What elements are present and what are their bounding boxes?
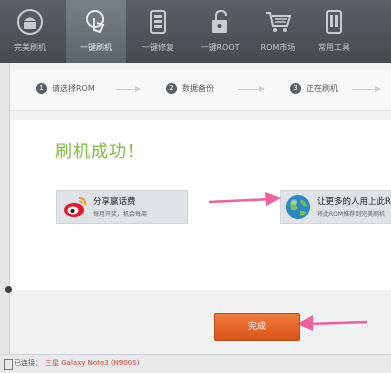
top-toolbar: 完美刷机 一键刷机 一键修复 一键ROOT ROM市场 常用工具 — [0, 0, 391, 63]
collapse-handle[interactable] — [5, 286, 12, 293]
progress-steps: 1 请选择ROM 2 数据备份 3 正在刷机 — [10, 70, 391, 111]
step-label: 请选择ROM — [52, 84, 95, 93]
toolbar-label: 完美刷机 — [14, 43, 46, 52]
share-card[interactable]: 分享赢话费 每月开奖，机会每周 — [56, 190, 188, 224]
step-number: 3 — [290, 83, 301, 94]
device-icon — [4, 359, 13, 370]
weibo-icon — [64, 197, 87, 217]
result-panel: 刷机成功！ 分享赢话费 每月开奖，机会每周 让更多的人用上此ROM 将此ROM推… — [10, 120, 391, 290]
toolbar-label: ROM市场 — [260, 43, 296, 52]
promo-card-subtitle: 将此ROM推荐到完美刷机 — [317, 211, 386, 218]
toolbar-label: 一键修复 — [142, 43, 174, 52]
phone-repair-icon — [150, 10, 166, 34]
success-message: 刷机成功！ — [55, 142, 145, 162]
status-bar: 已连接： 三星 Galaxy Note3 (N900S) — [0, 354, 391, 373]
annotation-arrow-icon — [297, 315, 368, 331]
toolbar-item-common-tools[interactable]: 常用工具 — [304, 0, 364, 63]
unlock-icon — [212, 9, 227, 33]
promo-card-title: 让更多的人用上此ROM — [317, 197, 391, 207]
toolbar-label: 一键ROOT — [200, 43, 240, 52]
toolbar-item-one-click-flash[interactable]: 一键刷机 — [66, 0, 126, 63]
step-data-backup: 2 数据备份 — [166, 83, 214, 94]
toolbar-label: 常用工具 — [318, 43, 350, 52]
phone-tools-icon — [326, 10, 342, 34]
step-label: 正在刷机 — [306, 84, 338, 93]
step-label: 数据备份 — [182, 84, 214, 93]
promo-card[interactable]: 让更多的人用上此ROM 将此ROM推荐到完美刷机 — [280, 190, 391, 224]
done-button[interactable]: 完成 — [214, 313, 300, 341]
hand-touch-icon — [86, 10, 105, 34]
globe-icon — [286, 195, 310, 219]
toolbar-item-rom-market[interactable]: ROM市场 — [248, 0, 308, 63]
step-arrow-icon — [352, 86, 381, 92]
toolbar-item-one-click-repair[interactable]: 一键修复 — [128, 0, 188, 63]
step-number: 2 — [166, 83, 177, 94]
app-window: 完美刷机 一键刷机 一键修复 一键ROOT ROM市场 常用工具 1 请选择RO… — [0, 0, 391, 373]
device-name: 三星 Galaxy Note3 (N900S) — [45, 359, 140, 367]
connection-label: 已连接： — [14, 359, 42, 367]
step-select-rom: 1 请选择ROM — [36, 83, 95, 94]
step-flashing: 3 正在刷机 — [290, 83, 338, 94]
android-logo-icon — [17, 9, 43, 35]
step-arrow-icon — [116, 86, 141, 92]
toolbar-label: 一键刷机 — [80, 43, 112, 52]
toolbar-item-perfect-flash[interactable]: 完美刷机 — [0, 0, 60, 63]
step-arrow-icon — [238, 86, 265, 92]
share-card-subtitle: 每月开奖，机会每周 — [93, 211, 148, 218]
share-card-title: 分享赢话费 — [93, 197, 136, 207]
step-number: 1 — [36, 83, 47, 94]
left-edge-panel — [0, 63, 10, 354]
toolbar-item-one-click-root[interactable]: 一键ROOT — [190, 0, 250, 63]
cart-icon — [266, 12, 292, 32]
annotation-arrow-icon — [208, 192, 281, 206]
